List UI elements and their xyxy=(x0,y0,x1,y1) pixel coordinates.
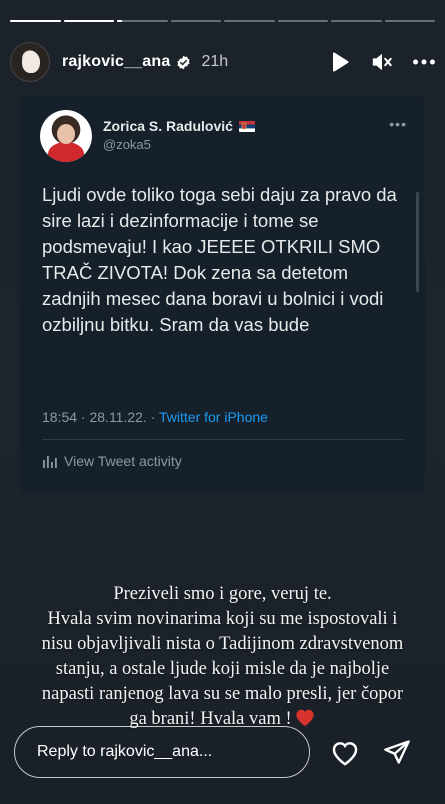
progress-segment xyxy=(277,20,328,22)
tweet-source: Twitter for iPhone xyxy=(159,409,268,425)
caption-line: nisu objavljivali nista o Tadijinom zdra… xyxy=(41,634,404,654)
caption-line: stanju, a ostale ljude koji misle da je … xyxy=(55,659,390,679)
avatar[interactable] xyxy=(10,42,50,82)
progress-segment xyxy=(331,20,382,22)
username[interactable]: rajkovic__ana xyxy=(62,53,170,71)
more-icon[interactable] xyxy=(413,51,435,73)
play-icon[interactable] xyxy=(329,51,351,73)
post-time: 21h xyxy=(201,53,229,70)
reply-placeholder: Reply to rajkovic__ana... xyxy=(37,743,213,760)
tweet-activity-label: View Tweet activity xyxy=(64,453,182,469)
scrollbar xyxy=(416,192,419,292)
tweet-author-name: Zorica S. Radulović xyxy=(103,118,255,134)
tweet-author-handle: @zoka5 xyxy=(103,137,151,152)
divider xyxy=(42,439,403,440)
story-caption: Preziveli smo i gore, veruj te. Hvala sv… xyxy=(0,582,445,732)
story-footer: Reply to rajkovic__ana... xyxy=(0,724,445,780)
tweet-activity: View Tweet activity xyxy=(42,453,182,469)
tweet-card: Zorica S. Radulović @zoka5 ••• Ljudi ovd… xyxy=(20,96,425,494)
tweet-author-avatar xyxy=(40,110,92,162)
story-viewer: rajkovic__ana 21h Zorica S. Radulović @z… xyxy=(0,0,445,804)
progress-segment xyxy=(224,20,275,22)
serbia-flag-icon xyxy=(238,120,255,132)
tweet-author-name-text: Zorica S. Radulović xyxy=(103,118,233,134)
story-progress xyxy=(10,20,435,22)
caption-line: Preziveli smo i gore, veruj te. xyxy=(113,584,332,604)
caption-line: napasti ranjenog lava su se malo presli,… xyxy=(41,684,404,704)
progress-segment xyxy=(384,20,435,22)
send-icon[interactable] xyxy=(382,737,412,767)
bar-chart-icon xyxy=(43,456,57,468)
progress-segment xyxy=(10,20,61,22)
verified-badge-icon xyxy=(177,55,191,69)
more-icon: ••• xyxy=(389,116,407,132)
caption-line: Hvala svim novinarima koji su me isposto… xyxy=(47,609,398,629)
tweet-meta: 18:54 · 28.11.22. · Twitter for iPhone xyxy=(42,409,268,425)
tweet-text: Ljudi ovde toliko toga sebi daju za prav… xyxy=(42,184,397,335)
reply-input[interactable]: Reply to rajkovic__ana... xyxy=(14,726,310,778)
progress-segment xyxy=(63,20,114,22)
tweet-timestamp: 18:54 · 28.11.22. · xyxy=(42,409,160,425)
heart-icon[interactable] xyxy=(330,737,360,767)
story-header: rajkovic__ana 21h xyxy=(10,38,435,86)
progress-segment xyxy=(117,20,168,22)
mute-icon[interactable] xyxy=(371,51,393,73)
progress-segment xyxy=(170,20,221,22)
